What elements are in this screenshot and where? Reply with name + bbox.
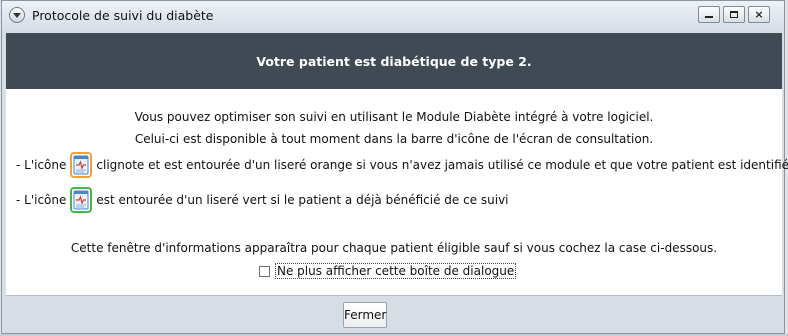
eligibility-info: Cette fenêtre d'informations apparaîtra … (70, 241, 718, 255)
dont-show-again-label[interactable]: Ne plus afficher cette boîte de dialogue (275, 263, 517, 279)
close-window-button[interactable]: × (748, 6, 770, 23)
maximize-icon (730, 11, 738, 18)
minimize-button[interactable] (698, 6, 720, 23)
title-bar: Protocole de suivi du diabète × (2, 1, 784, 31)
dont-show-again-checkbox[interactable] (259, 265, 270, 277)
icon-line-orange-text: clignote et est entourée d'un liseré ora… (96, 158, 788, 172)
dialog-content: Votre patient est diabétique de type 2. … (6, 33, 788, 295)
diabetes-module-green-icon (70, 187, 93, 213)
window-title: Protocole de suivi du diabète (32, 8, 214, 23)
banner-text: Votre patient est diabétique de type 2. (256, 53, 532, 69)
icon-line-green-text: est entourée d'un liseré vert si le pati… (96, 193, 509, 207)
dont-show-again-row[interactable]: Ne plus afficher cette boîte de dialogue (259, 263, 517, 279)
info-line-1: Vous pouvez optimiser son suivi en utili… (134, 110, 654, 124)
icon-line-orange: - L'icône clignote et est entourée d'un … (16, 152, 788, 178)
diabetes-module-orange-icon (70, 152, 93, 178)
footer-divider (6, 295, 782, 296)
maximize-button[interactable] (723, 6, 745, 23)
icon-line-orange-prefix: - L'icône (16, 158, 67, 172)
minimize-icon (705, 16, 713, 18)
icon-line-green: - L'icône est entourée d'un liseré vert … (16, 187, 509, 213)
info-line-2: Celui-ci est disponible à tout moment da… (134, 132, 654, 146)
dialog-window: Protocole de suivi du diabète × Votre pa… (1, 0, 788, 334)
header-banner: Votre patient est diabétique de type 2. (6, 33, 782, 89)
close-button[interactable]: Fermer (343, 302, 387, 328)
icon-line-green-prefix: - L'icône (16, 193, 67, 207)
window-menu-icon[interactable] (9, 7, 25, 23)
window-controls: × (698, 6, 770, 23)
close-icon: × (754, 8, 764, 21)
